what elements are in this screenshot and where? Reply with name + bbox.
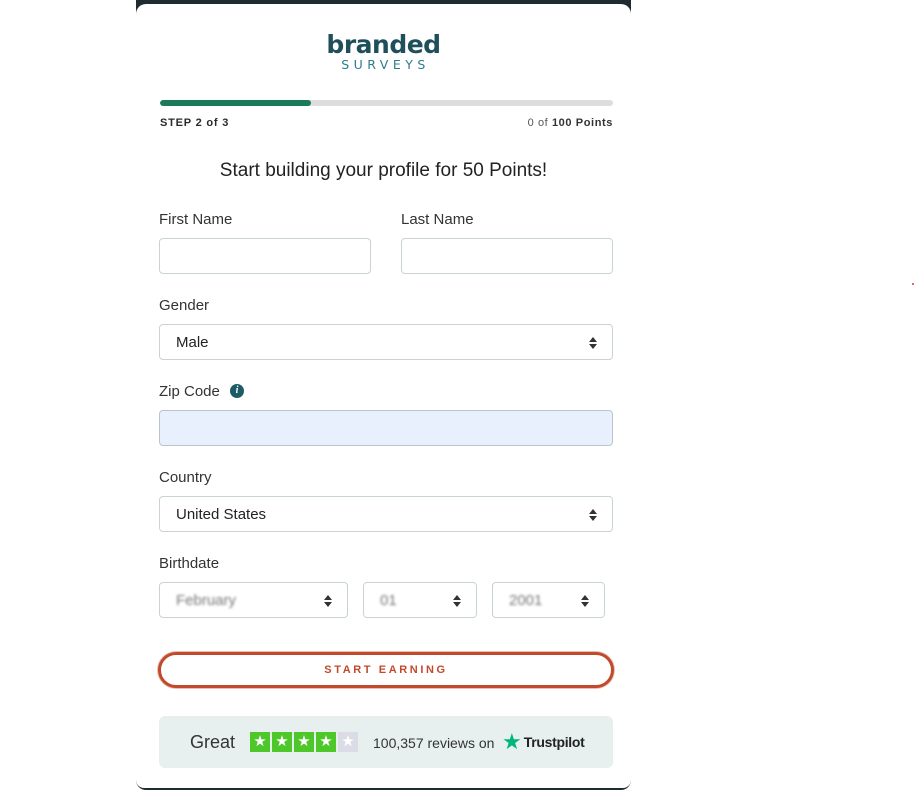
points-indicator: 0 of 100 Points: [528, 117, 613, 129]
select-arrows-icon: [324, 595, 332, 607]
branded-surveys-logo: branded SURVEYS: [136, 32, 631, 72]
trustpilot-stars: ★ ★ ★ ★ ★: [250, 732, 358, 752]
birth-month-select[interactable]: February: [159, 582, 348, 618]
first-name-label: First Name: [159, 211, 233, 228]
filled-star-icon: ★: [316, 732, 336, 752]
birth-year-value: 2001: [509, 592, 543, 609]
birthdate-label: Birthdate: [159, 555, 220, 572]
birth-year-select[interactable]: 2001: [492, 582, 605, 618]
filled-star-icon: ★: [250, 732, 270, 752]
filled-star-icon: ★: [272, 732, 292, 752]
gender-label: Gender: [159, 297, 210, 314]
select-arrows-icon: [589, 509, 597, 521]
page-headline: Start building your profile for 50 Point…: [219, 160, 548, 181]
progress-bar: [160, 100, 613, 106]
last-name-label: Last Name: [401, 211, 474, 228]
start-earning-button[interactable]: START EARNING: [158, 652, 614, 688]
zip-code-input[interactable]: [159, 410, 613, 446]
stray-dot: [912, 283, 914, 285]
logo-main-text: branded: [326, 30, 441, 59]
gender-selected-value: Male: [176, 334, 209, 351]
logo-sub-text: SURVEYS: [341, 57, 430, 72]
birth-day-select[interactable]: 01: [363, 582, 477, 618]
country-label: Country: [159, 469, 212, 486]
points-total: 100 Points: [551, 117, 613, 129]
country-selected-value: United States: [176, 506, 267, 523]
points-of: of: [537, 117, 549, 129]
empty-star-icon: ★: [338, 732, 358, 752]
gender-select[interactable]: Male: [159, 324, 613, 360]
select-arrows-icon: [581, 595, 589, 607]
trustpilot-logo: ★ Trustpilot: [502, 729, 585, 754]
progress-fill: [160, 100, 311, 106]
zip-code-label: Zip Code: [159, 383, 220, 400]
select-arrows-icon: [453, 595, 461, 607]
signup-card: branded SURVEYS STEP 2 of 3 0 of 100 Poi…: [136, 4, 631, 788]
step-indicator: STEP 2 of 3: [160, 117, 230, 129]
last-name-input[interactable]: [401, 238, 613, 274]
select-arrows-icon: [589, 337, 597, 349]
birth-month-value: February: [176, 592, 237, 609]
trustpilot-star-icon: ★: [502, 729, 522, 754]
first-name-input[interactable]: [159, 238, 371, 274]
trustpilot-review-count: 100,357 reviews on: [373, 735, 495, 751]
info-icon[interactable]: i: [230, 384, 244, 398]
points-current: 0: [527, 117, 535, 129]
filled-star-icon: ★: [294, 732, 314, 752]
birth-day-value: 01: [380, 592, 397, 609]
country-select[interactable]: United States: [159, 496, 613, 532]
trustpilot-brand: Trustpilot: [523, 734, 585, 750]
trustpilot-widget[interactable]: Great ★ ★ ★ ★ ★ 100,357 reviews on ★ Trustpi…: [159, 716, 613, 768]
trustpilot-rating-word: Great: [190, 732, 236, 752]
